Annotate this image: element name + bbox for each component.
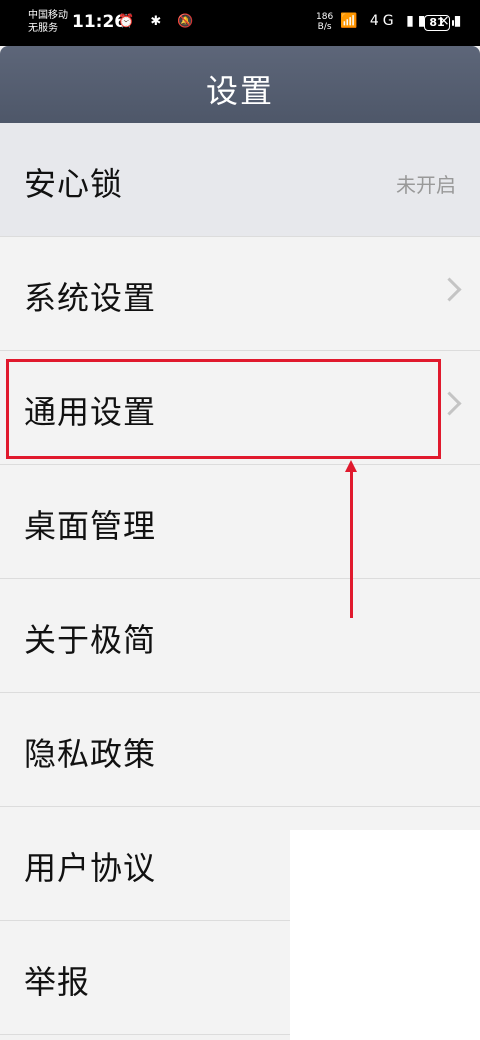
- battery-icon: 81: [424, 15, 454, 31]
- settings-item-label: 隐私政策: [24, 735, 157, 773]
- status-bar: 中国移动 无服务 11:26 ⏰ ✱ 🔕 186 B/s 📶 4G ▮▮ ×▮ …: [0, 0, 480, 46]
- settings-item-label: 举报: [24, 963, 91, 1001]
- settings-item-general[interactable]: 通用设置: [0, 351, 480, 465]
- settings-item-about[interactable]: 关于极简: [0, 579, 480, 693]
- settings-item-security-lock[interactable]: 安心锁 未开启: [0, 123, 480, 237]
- speed-value: 186: [316, 12, 334, 22]
- carrier-info: 中国移动 无服务: [28, 9, 68, 35]
- settings-item-label: 系统设置: [24, 279, 157, 317]
- overlay-patch: [290, 830, 480, 1040]
- chevron-right-icon: [437, 277, 462, 302]
- annotation-arrow: [350, 470, 353, 618]
- network-speed: 186 B/s: [316, 12, 333, 32]
- settings-item-label: 用户协议: [24, 849, 157, 887]
- settings-item-label: 关于极简: [24, 621, 157, 659]
- settings-item-system[interactable]: 系统设置: [0, 237, 480, 351]
- speed-unit: B/s: [317, 22, 332, 32]
- alarm-bluetooth-mute-icons: ⏰ ✱ 🔕: [118, 14, 200, 29]
- chevron-right-icon: [437, 391, 462, 416]
- carrier-name: 中国移动: [28, 10, 68, 21]
- security-lock-status: 未开启: [396, 173, 456, 197]
- settings-item-label: 桌面管理: [24, 507, 157, 545]
- settings-item-label: 通用设置: [24, 393, 157, 431]
- settings-item-desktop[interactable]: 桌面管理: [0, 465, 480, 579]
- service-status: 无服务: [28, 23, 58, 34]
- title-bar: 设置: [0, 46, 480, 123]
- settings-item-privacy[interactable]: 隐私政策: [0, 693, 480, 807]
- settings-item-label: 安心锁: [24, 165, 124, 203]
- page-title: 设置: [205, 72, 274, 110]
